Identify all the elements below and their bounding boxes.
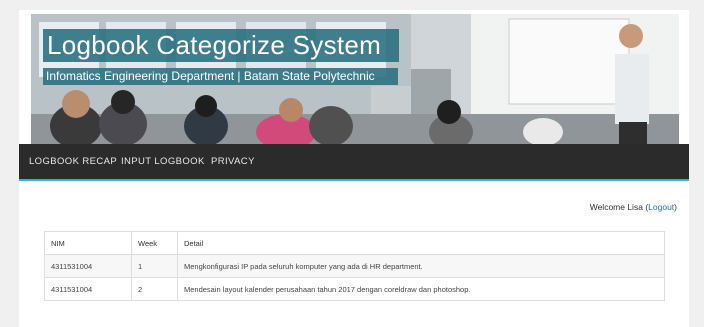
- main-nav: LOGBOOK RECAP INPUT LOGBOOK PRIVACY: [19, 144, 689, 181]
- logout-close-paren: ): [674, 202, 677, 212]
- cell-nim: 4311531004: [44, 277, 132, 301]
- cell-week: 2: [131, 277, 178, 301]
- cell-detail: Mendesain layout kalender perusahaan tah…: [177, 277, 665, 301]
- table-header-row: NIM Week Detail: [44, 231, 665, 255]
- column-header-week: Week: [131, 231, 178, 255]
- nav-item-input-logbook[interactable]: INPUT LOGBOOK: [121, 144, 205, 179]
- app-title: Logbook Categorize System: [43, 29, 399, 62]
- logout-link[interactable]: Logout: [648, 202, 674, 212]
- table-row: 4311531004 2 Mendesain layout kalender p…: [44, 277, 665, 301]
- column-header-nim: NIM: [44, 231, 132, 255]
- nav-item-logbook-recap[interactable]: LOGBOOK RECAP: [29, 144, 117, 179]
- welcome-text: Welcome Lisa: [589, 202, 643, 212]
- logbook-table: NIM Week Detail 4311531004 1 Mengkonfigu…: [44, 231, 665, 301]
- nav-item-privacy[interactable]: PRIVACY: [211, 144, 255, 179]
- welcome-message: Welcome Lisa (Logout): [590, 202, 677, 212]
- column-header-detail: Detail: [177, 231, 665, 255]
- cell-nim: 4311531004: [44, 254, 132, 278]
- cell-detail: Mengkonfigurasi IP pada seluruh komputer…: [177, 254, 665, 278]
- app-subtitle: Infomatics Engineering Department | Bata…: [43, 68, 398, 85]
- page-frame: Logbook Categorize System Infomatics Eng…: [19, 10, 689, 327]
- cell-week: 1: [131, 254, 178, 278]
- header-banner: Logbook Categorize System Infomatics Eng…: [31, 14, 679, 144]
- table-row: 4311531004 1 Mengkonfigurasi IP pada sel…: [44, 254, 665, 278]
